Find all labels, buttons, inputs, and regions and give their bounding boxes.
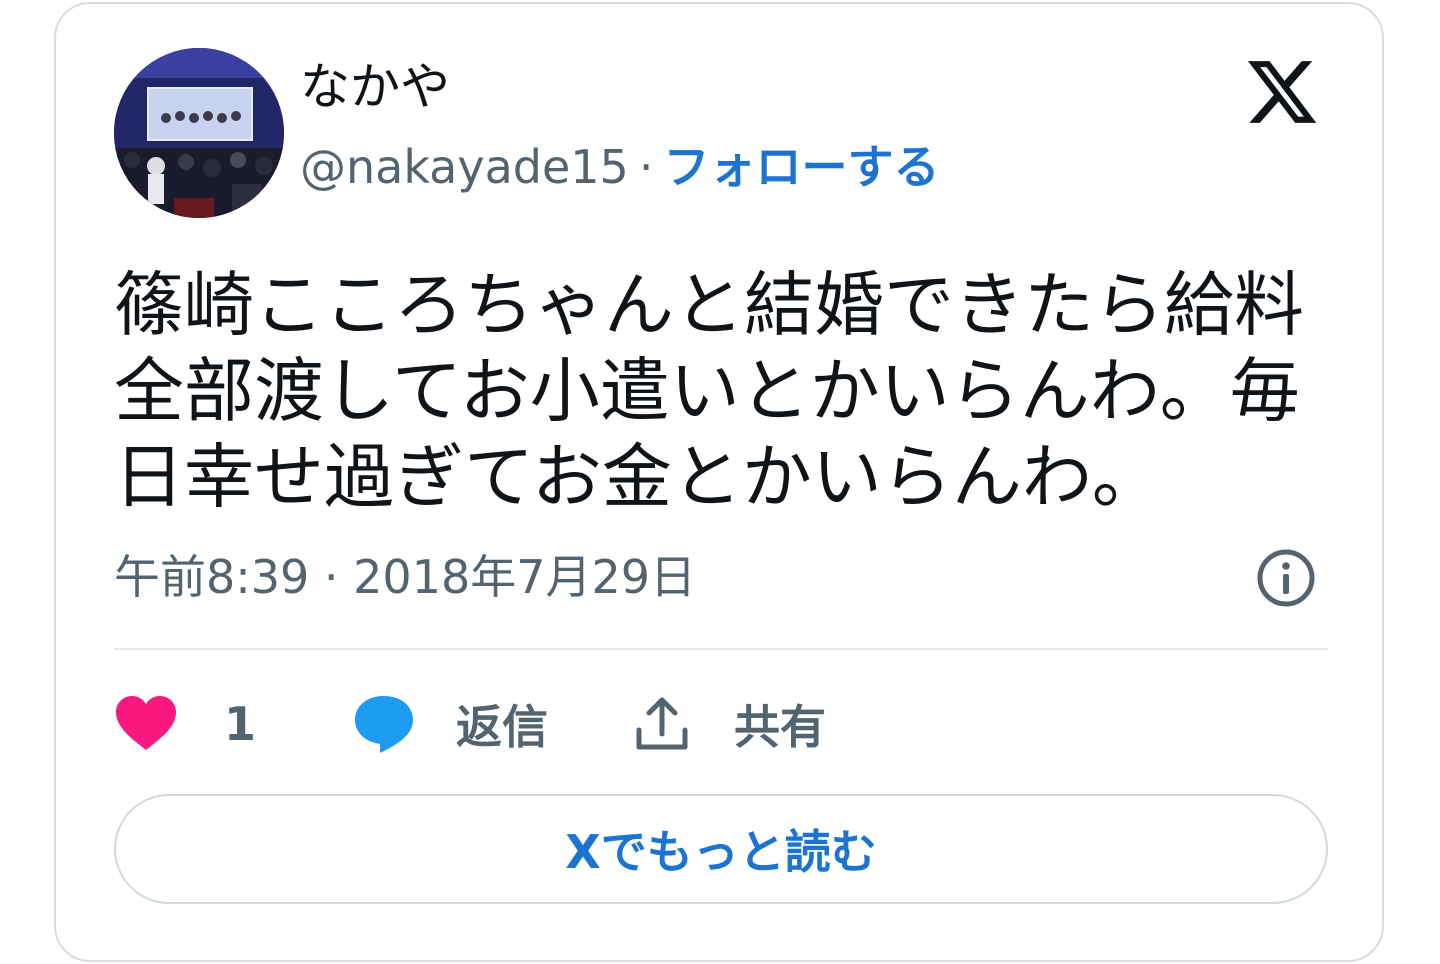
handle-separator: · <box>638 140 654 194</box>
read-more-button[interactable]: Xでもっと読む <box>114 794 1328 904</box>
reply-label: 返信 <box>456 700 549 754</box>
avatar[interactable] <box>114 48 284 218</box>
follow-button[interactable]: フォローする <box>663 140 939 194</box>
share-button[interactable]: 共有 <box>632 691 826 757</box>
heart-icon <box>116 696 176 750</box>
share-label: 共有 <box>734 700 827 754</box>
tweet-timestamp[interactable]: 午前8:39 · 2018年7月29日 <box>114 554 696 600</box>
like-count: 1 <box>224 697 257 751</box>
info-icon-graphic <box>1257 549 1315 607</box>
x-logo-icon-graphic <box>1247 61 1317 123</box>
tweet-text: 篠崎こころちゃんと結婚できたら給料全部渡してお小遣いとかいらんわ。毎日幸せ過ぎて… <box>114 264 1304 518</box>
like-button[interactable]: 1 <box>114 694 256 754</box>
speech-bubble-icon <box>355 696 414 753</box>
tweet-actions: 1 返信 共有 <box>114 688 826 760</box>
share-upload-icon <box>636 697 688 750</box>
tweet-card: なかや @nakayade15 · フォローする 篠崎こころちゃんと結婚できたら給料… <box>54 2 1384 962</box>
divider <box>114 648 1328 650</box>
author-handle[interactable]: @nakayade15 <box>300 140 629 194</box>
x-logo-icon[interactable] <box>1244 54 1320 130</box>
author-handle-row: @nakayade15 · フォローする <box>300 144 939 190</box>
author-display-name[interactable]: なかや <box>300 62 450 112</box>
reply-button[interactable]: 返信 <box>352 691 548 757</box>
avatar-image <box>114 48 284 218</box>
info-icon[interactable] <box>1254 546 1318 610</box>
